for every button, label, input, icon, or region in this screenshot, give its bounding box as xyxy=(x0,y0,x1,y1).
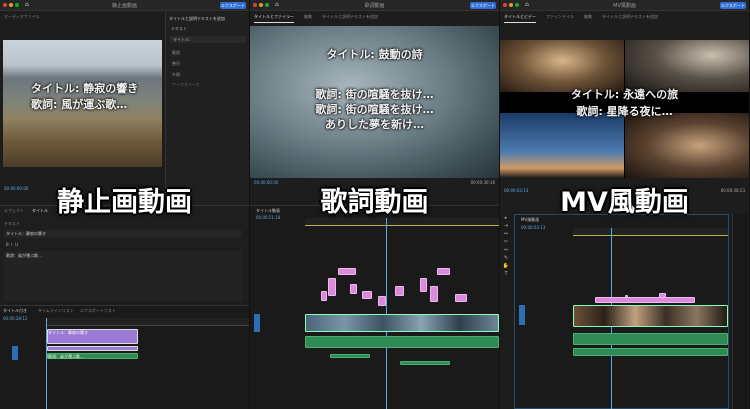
singer-image xyxy=(625,40,749,92)
tab[interactable]: 編集 xyxy=(584,11,592,23)
sidebar-item[interactable]: ワークスペース xyxy=(172,82,199,88)
preview-image: タイトル: 鼓動の詩 歌詞: 街の喧騒を抜け… 歌詞: 街の喧騒を抜け… ありし… xyxy=(250,26,499,178)
audio-clip[interactable] xyxy=(330,354,370,358)
caption-lyrics: 歌詞: 街の喧騒を抜け… xyxy=(315,88,434,101)
sidebar-item[interactable]: 外観 xyxy=(172,72,180,78)
timeline-tab[interactable]: エクスポートリスト xyxy=(80,308,116,314)
track-select-icon[interactable]: ⇥ xyxy=(500,222,512,230)
tool-bar: ▸ ⇥ ↔ ✂ ⇔ ✎ ✋ T xyxy=(500,214,512,409)
pen-tool-icon[interactable]: ✎ xyxy=(500,254,512,262)
razor-tool-icon[interactable]: ✂ xyxy=(500,238,512,246)
audio-meter xyxy=(732,214,748,409)
caption-title: タイトル: 鼓動の詩 xyxy=(326,48,423,61)
timeline-timecode: 00:00:03:13 xyxy=(521,225,546,230)
title-bar: ⌂ 歌詞動画 エクスポート xyxy=(250,0,499,11)
tab[interactable]: タイトルとビデー xyxy=(504,11,536,23)
caption-lyrics: 歌詞: 風が運ぶ歌… xyxy=(31,98,128,111)
lyrics-clip[interactable] xyxy=(455,294,467,302)
sidebar-section-text[interactable]: テキスト xyxy=(171,26,187,32)
lyrics-clip[interactable] xyxy=(395,286,404,296)
title-clip[interactable]: タイトル：静寂の響き xyxy=(47,329,138,344)
audio-clip[interactable] xyxy=(400,361,450,365)
audio-clip[interactable] xyxy=(305,336,499,348)
preview-collage: タイトル: 永遠への旅 歌詞: 星降る夜に… xyxy=(500,40,749,178)
timeline-panel: タイトル動画 00:00:21:18 xyxy=(250,205,499,409)
lyrics-clip[interactable] xyxy=(420,278,427,292)
lyrics-video-window: ⌂ 歌詞動画 エクスポート タイトルとファイラー 編集 タイトルと説明テキストを追加… xyxy=(250,0,499,409)
timeline-panel: MV風動画 00:00:03:13 xyxy=(514,214,729,409)
timeline-tab[interactable]: タイトル付き xyxy=(3,308,27,314)
track-target-toggle[interactable] xyxy=(12,346,18,360)
tab[interactable]: タイトルと説明テキストを追加 xyxy=(602,11,658,23)
tab[interactable]: ファインドイル xyxy=(546,11,574,23)
export-button[interactable]: エクスポート xyxy=(470,2,496,9)
properties-sidebar: タイトルと説明テキストを追加 テキスト タイトル： 範囲 整列 外観 ワークスペ… xyxy=(165,12,249,204)
type-tool-icon[interactable]: T xyxy=(500,270,512,278)
lyrics-clip[interactable] xyxy=(362,291,372,299)
lyrics-clip[interactable] xyxy=(350,284,357,294)
title-dropdown[interactable]: タイトル： xyxy=(170,36,246,43)
hand-tool-icon[interactable]: ✋ xyxy=(500,262,512,270)
text-editor-panel: エフェクト タイトル 音声 テキスト タイトル：静寂の響き B I U 歌詞：風… xyxy=(0,205,249,303)
band-image xyxy=(500,40,624,92)
window-title: 静止画動画 xyxy=(111,3,137,9)
export-button[interactable]: エクスポート xyxy=(720,2,746,9)
title-bar: ⌂ 静止画動画 エクスポート xyxy=(0,0,249,11)
tab[interactable]: 編集 xyxy=(304,11,312,23)
lyrics-clip[interactable] xyxy=(430,286,438,302)
editor-heading: テキスト xyxy=(4,221,20,226)
section-label: 歌詞動画 xyxy=(320,187,429,218)
lyrics-clip[interactable]: 歌詞：風が運ぶ歌… xyxy=(47,353,138,359)
section-label: 静止画動画 xyxy=(57,187,192,218)
export-button[interactable]: エクスポート xyxy=(220,2,246,9)
source-tab[interactable]: オーディオファイル xyxy=(4,14,40,20)
caption-lyrics: 歌詞: 街の喧騒を抜け… xyxy=(315,103,434,116)
audio-clip[interactable] xyxy=(573,348,728,356)
timeline-tab[interactable]: タイムラインリスト xyxy=(38,308,74,314)
title-text-field[interactable]: タイトル：静寂の響き xyxy=(4,230,242,238)
title-clip[interactable] xyxy=(338,268,356,275)
time-ruler[interactable] xyxy=(46,318,249,326)
mv-style-video-window: ⌂ MV風動画 エクスポート タイトルとビデー ファインドイル 編集 タイトルと説明テ… xyxy=(500,0,749,409)
caption-clip[interactable] xyxy=(47,346,138,351)
caption-title: タイトル: 静寂の響き xyxy=(31,82,139,95)
slip-tool-icon[interactable]: ⇔ xyxy=(500,246,512,254)
caption-lyrics: 歌詞: 星降る夜に… xyxy=(576,105,673,118)
sidebar-item[interactable]: 整列 xyxy=(172,61,180,67)
window-title: MV風動画 xyxy=(613,3,636,9)
audio-clip[interactable] xyxy=(573,333,728,345)
tab[interactable]: タイトルとファイラー xyxy=(254,11,294,23)
ripple-tool-icon[interactable]: ↔ xyxy=(500,230,512,238)
timeline-panel: タイトル付き タイムラインリスト エクスポートリスト 00:00:28:12 タ… xyxy=(0,305,249,409)
lyrics-text-area[interactable]: 歌詞：風が運ぶ歌… xyxy=(4,251,242,301)
tab[interactable]: タイトルと説明テキストを追加 xyxy=(322,11,378,23)
window-title: 歌詞動画 xyxy=(364,3,385,9)
section-label: MV風動画 xyxy=(560,187,689,218)
title-clip[interactable] xyxy=(437,268,450,275)
video-clip[interactable] xyxy=(305,314,499,332)
format-toolbar[interactable]: B I U xyxy=(6,242,18,247)
sidebar-header: タイトルと説明テキストを追加 xyxy=(169,16,225,21)
time-ruler[interactable] xyxy=(305,218,499,226)
caption-lyrics: ありした夢を新け… xyxy=(325,118,424,131)
track-target-toggle[interactable] xyxy=(519,305,525,325)
caption-title: タイトル: 永遠への旅 xyxy=(570,88,679,101)
couple-image xyxy=(625,113,749,178)
lyrics-clip[interactable] xyxy=(321,291,327,301)
title-bar: ⌂ MV風動画 エクスポート xyxy=(500,0,749,11)
timeline-timecode: 00:00:28:12 xyxy=(3,316,28,321)
lyrics-clip[interactable] xyxy=(378,296,386,306)
sidebar-item[interactable]: 範囲 xyxy=(172,50,180,56)
sunset-image xyxy=(500,113,624,178)
lyrics-clip[interactable] xyxy=(328,278,336,296)
video-clip[interactable] xyxy=(573,305,728,327)
preview-image: タイトル: 静寂の響き 歌詞: 風が運ぶ歌… xyxy=(3,40,162,167)
time-ruler[interactable] xyxy=(573,228,728,236)
title-clip[interactable] xyxy=(595,297,695,303)
track-target-toggle[interactable] xyxy=(254,314,260,332)
still-image-video-window: ⌂ 静止画動画 エクスポート オーディオファイル タイトル: 静寂の響き 歌詞:… xyxy=(0,0,249,409)
